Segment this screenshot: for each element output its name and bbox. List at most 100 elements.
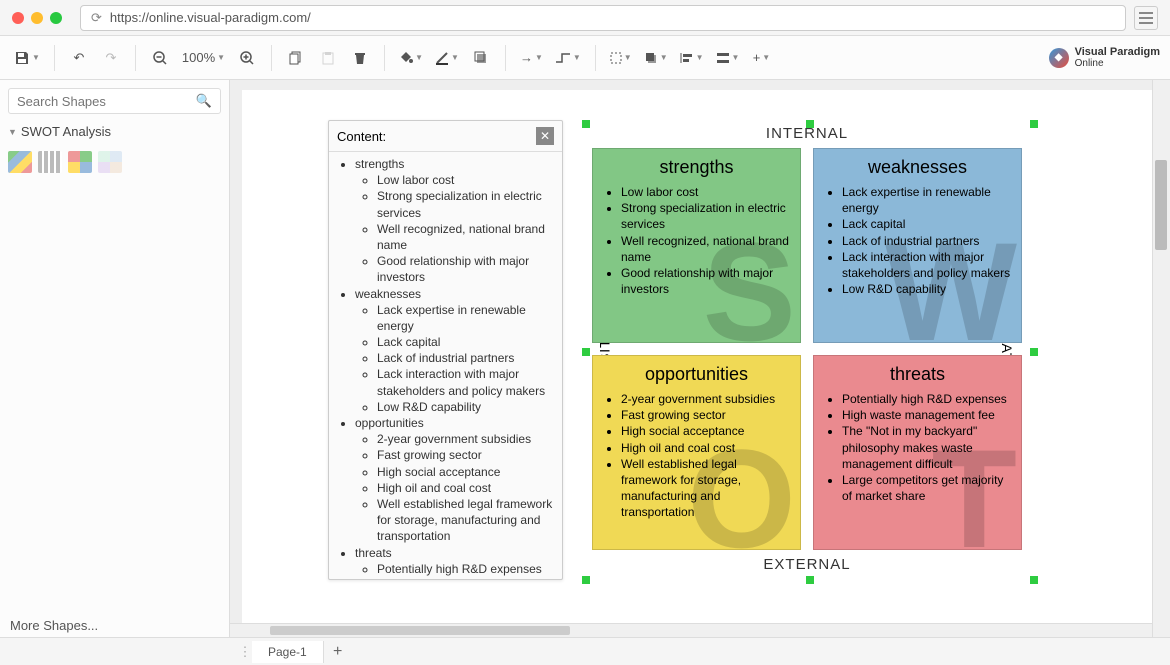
add-page-button[interactable]: + — [324, 643, 352, 661]
brand-logo[interactable]: ◆ Visual ParadigmOnline — [1049, 46, 1160, 69]
selection-handle[interactable] — [582, 576, 590, 584]
selection-handle[interactable] — [1030, 576, 1038, 584]
menu-icon[interactable] — [1134, 6, 1158, 30]
list-item: Strong specialization in electric servic… — [621, 200, 790, 232]
paste-button[interactable] — [314, 44, 342, 72]
more-shapes-link[interactable]: More Shapes... — [10, 618, 98, 633]
list-item: Well recognized, national brand name — [621, 233, 790, 265]
vp-icon: ◆ — [1049, 48, 1069, 68]
waypoint-button[interactable]: ▼ — [551, 44, 585, 72]
swot-shape-3[interactable] — [68, 151, 92, 173]
brand-text-1: Visual Paradigm — [1075, 46, 1160, 58]
canvas[interactable]: Content: ✕ strengthsLow labor costStrong… — [242, 90, 1152, 623]
swot-shape-2[interactable] — [38, 151, 62, 173]
axis-top-label: INTERNAL — [592, 125, 1022, 142]
selection-style-button[interactable]: ▼ — [606, 44, 636, 72]
page-tabs-bar: ⋮ Page-1 + — [0, 637, 1170, 665]
selection-handle[interactable] — [582, 120, 590, 128]
delete-button[interactable] — [346, 44, 374, 72]
shadow-button[interactable] — [467, 44, 495, 72]
connector-button[interactable]: →▼ — [516, 44, 547, 72]
content-item: Strong specialization in electric servic… — [377, 188, 554, 220]
fill-color-button[interactable]: ▼ — [395, 44, 427, 72]
opportunities-title: opportunities — [603, 364, 790, 385]
page-drag-handle[interactable]: ⋮ — [238, 644, 252, 660]
search-shapes-input[interactable] — [17, 94, 196, 109]
swot-shape-4[interactable] — [98, 151, 122, 173]
list-item: Lack expertise in renewable energy — [842, 184, 1011, 216]
list-item: Well established legal framework for sto… — [621, 456, 790, 521]
list-item: Lack interaction with major stakeholders… — [842, 249, 1011, 281]
distribute-button[interactable]: ▼ — [712, 44, 744, 72]
content-section: strengthsLow labor costStrong specializa… — [355, 156, 554, 286]
page-tab-1[interactable]: Page-1 — [252, 641, 324, 663]
content-editor-dialog[interactable]: Content: ✕ strengthsLow labor costStrong… — [328, 120, 563, 580]
add-button[interactable]: +▼ — [747, 44, 775, 72]
scroll-thumb[interactable] — [1155, 160, 1167, 250]
threats-title: threats — [824, 364, 1011, 385]
close-window-icon[interactable] — [12, 12, 24, 24]
swot-diagram[interactable]: INTERNAL POSITIVE NEGATIVE S strengths L… — [592, 125, 1022, 573]
redo-button[interactable]: ↷ — [97, 44, 125, 72]
maximize-window-icon[interactable] — [50, 12, 62, 24]
content-item: Lack expertise in renewable energy — [377, 302, 554, 334]
category-label: SWOT Analysis — [21, 124, 111, 139]
browser-bar: ⟳ https://online.visual-paradigm.com/ — [0, 0, 1170, 36]
content-dialog-title: Content: — [337, 129, 386, 144]
content-item: Well established legal framework for sto… — [377, 496, 554, 545]
quadrant-weaknesses[interactable]: W weaknesses Lack expertise in renewable… — [813, 148, 1022, 343]
content-section: opportunities2-year government subsidies… — [355, 415, 554, 545]
content-item: High oil and coal cost — [377, 480, 554, 496]
arrange-front-button[interactable]: ▼ — [640, 44, 672, 72]
list-item: High social acceptance — [621, 423, 790, 439]
zoom-level[interactable]: 100%▼ — [178, 44, 229, 72]
selection-handle[interactable] — [1030, 120, 1038, 128]
selection-handle[interactable] — [1030, 348, 1038, 356]
url-text: https://online.visual-paradigm.com/ — [110, 10, 311, 25]
content-item: Lack capital — [377, 334, 554, 350]
undo-button[interactable]: ↶ — [65, 44, 93, 72]
category-swot[interactable]: ▼ SWOT Analysis — [8, 124, 221, 139]
vertical-scrollbar[interactable] — [1152, 80, 1170, 637]
quadrant-strengths[interactable]: S strengths Low labor costStrong special… — [592, 148, 801, 343]
list-item: Fast growing sector — [621, 407, 790, 423]
list-item: High waste management fee — [842, 407, 1011, 423]
content-item: High waste management fee — [377, 577, 554, 579]
content-item: Good relationship with major investors — [377, 253, 554, 285]
list-item: Low labor cost — [621, 184, 790, 200]
content-item: Low labor cost — [377, 172, 554, 188]
weaknesses-title: weaknesses — [824, 157, 1011, 178]
close-icon[interactable]: ✕ — [536, 127, 554, 145]
list-item: The "Not in my backyard" philosophy make… — [842, 423, 1011, 472]
quadrant-opportunities[interactable]: O opportunities 2-year government subsid… — [592, 355, 801, 550]
horizontal-scrollbar[interactable] — [230, 623, 1152, 637]
shape-palette — [8, 151, 221, 173]
canvas-area[interactable]: Content: ✕ strengthsLow labor costStrong… — [230, 80, 1170, 637]
search-shapes[interactable]: 🔍 — [8, 88, 221, 114]
toolbar: ▼ ↶ ↷ 100%▼ ▼ ▼ →▼ ▼ ▼ ▼ ▼ ▼ +▼ ◆ Visual… — [0, 36, 1170, 80]
line-color-button[interactable]: ▼ — [431, 44, 463, 72]
minimize-window-icon[interactable] — [31, 12, 43, 24]
content-item: Lack of industrial partners — [377, 350, 554, 366]
quadrant-threats[interactable]: T threats Potentially high R&D expensesH… — [813, 355, 1022, 550]
copy-button[interactable] — [282, 44, 310, 72]
url-bar[interactable]: ⟳ https://online.visual-paradigm.com/ — [80, 5, 1126, 31]
chevron-down-icon: ▼ — [8, 127, 17, 137]
content-item: Fast growing sector — [377, 447, 554, 463]
scroll-thumb[interactable] — [270, 626, 570, 635]
list-item: Low R&D capability — [842, 281, 1011, 297]
selection-handle[interactable] — [582, 348, 590, 356]
zoom-out-button[interactable] — [146, 44, 174, 72]
align-button[interactable]: ▼ — [676, 44, 708, 72]
swot-shape-1[interactable] — [8, 151, 32, 173]
search-icon[interactable]: 🔍 — [196, 93, 212, 109]
content-dialog-body[interactable]: strengthsLow labor costStrong specializa… — [329, 152, 562, 579]
list-item: Potentially high R&D expenses — [842, 391, 1011, 407]
list-item: 2-year government subsidies — [621, 391, 790, 407]
content-section: threatsPotentially high R&D expensesHigh… — [355, 545, 554, 580]
save-button[interactable]: ▼ — [10, 44, 44, 72]
selection-handle[interactable] — [806, 576, 814, 584]
zoom-in-button[interactable] — [233, 44, 261, 72]
reload-icon[interactable]: ⟳ — [91, 10, 102, 26]
content-item: Well recognized, national brand name — [377, 221, 554, 253]
